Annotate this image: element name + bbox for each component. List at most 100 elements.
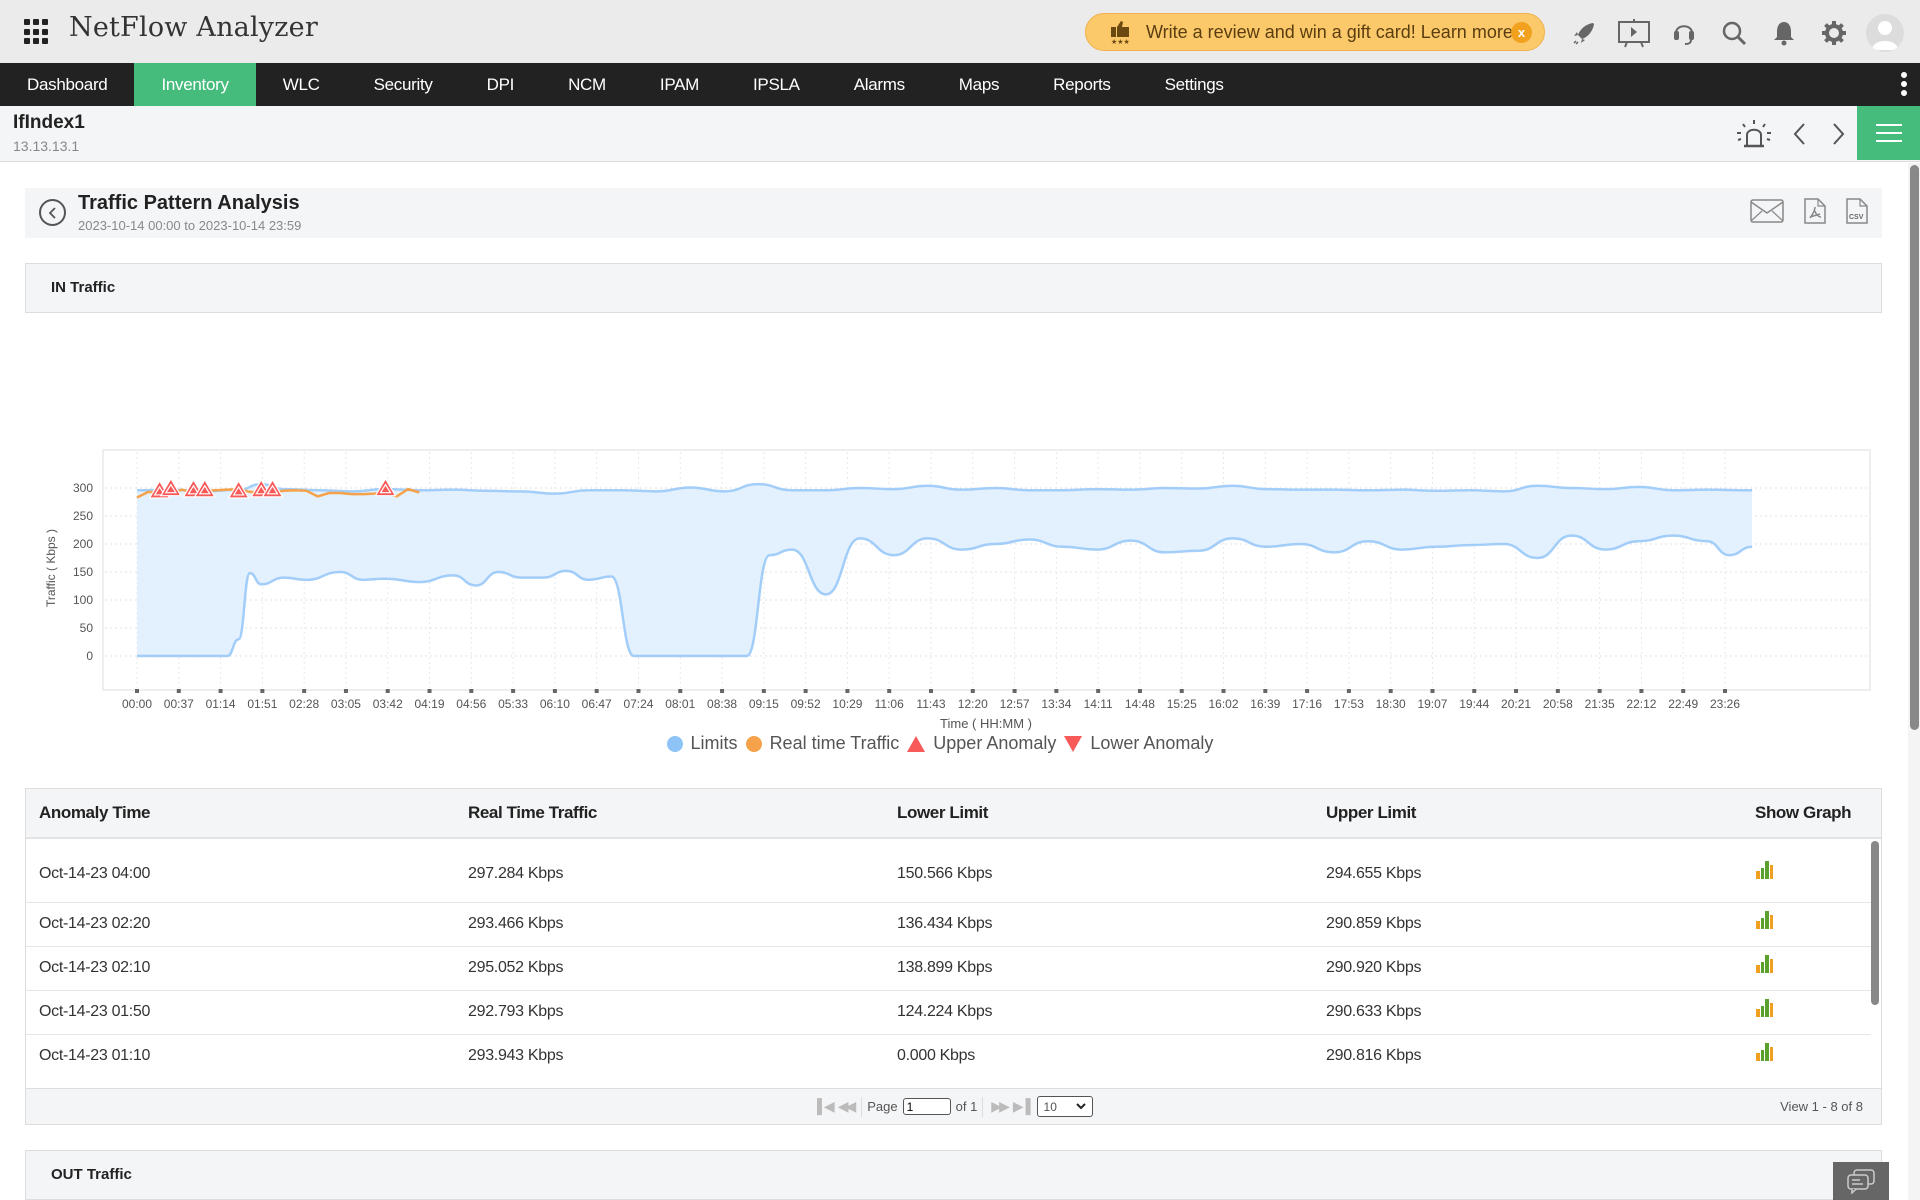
x-tick-mark <box>1096 689 1101 693</box>
first-page-icon[interactable]: ▌◀ <box>817 1098 835 1115</box>
email-icon[interactable] <box>1750 199 1784 228</box>
y-axis-label: Traffic ( Kbps ) <box>44 529 58 607</box>
header-lower-limit[interactable]: Lower Limit <box>897 803 988 823</box>
nav-item-inventory[interactable]: Inventory <box>134 63 256 106</box>
header-anomaly-time[interactable]: Anomaly Time <box>39 803 150 823</box>
nav-item-wlc[interactable]: WLC <box>256 63 347 106</box>
in-traffic-title: IN Traffic <box>51 279 116 296</box>
apps-grid-icon[interactable] <box>24 19 50 45</box>
nav-item-ipsla[interactable]: IPSLA <box>726 63 827 106</box>
legend-item-limits[interactable]: Limits <box>666 733 738 754</box>
nav-item-ncm[interactable]: NCM <box>541 63 633 106</box>
cell-real-time-traffic: 297.284 Kbps <box>468 865 564 882</box>
bell-icon[interactable] <box>1766 15 1802 51</box>
next-page-icon[interactable]: ▶▶ <box>991 1098 1009 1115</box>
x-tick-label: 05:33 <box>498 697 528 711</box>
x-tick-label: 02:28 <box>289 697 319 711</box>
table-row: Oct-14-23 01:10 293.943 Kbps 0.000 Kbps … <box>26 1035 1871 1073</box>
x-tick-label: 00:00 <box>122 697 152 711</box>
legend-realtime-marker <box>745 735 762 752</box>
pdf-export-icon[interactable] <box>1804 198 1826 229</box>
nav-item-settings[interactable]: Settings <box>1138 63 1251 106</box>
top-bar: NetFlow Analyzer ★★★ Write a review and … <box>0 0 1920 63</box>
x-tick-label: 18:30 <box>1376 697 1406 711</box>
side-menu-button[interactable] <box>1857 106 1920 160</box>
legend-item-realtime[interactable]: Real time Traffic <box>745 733 900 754</box>
header-real-time-traffic[interactable]: Real Time Traffic <box>468 803 597 823</box>
presentation-icon[interactable] <box>1616 15 1652 51</box>
report-title: Traffic Pattern Analysis <box>78 192 300 214</box>
x-tick-label: 00:37 <box>164 697 194 711</box>
x-tick-label: 19:44 <box>1459 697 1489 711</box>
nav-item-alarms[interactable]: Alarms <box>827 63 932 106</box>
x-tick-mark <box>385 689 390 693</box>
show-graph-icon[interactable] <box>1756 999 1774 1017</box>
legend-item-upper-anomaly[interactable]: Upper Anomaly <box>907 733 1056 754</box>
legend-realtime-label: Real time Traffic <box>769 733 900 753</box>
page-scrollbar-thumb[interactable] <box>1910 165 1919 730</box>
x-tick-label: 17:53 <box>1334 697 1364 711</box>
page-total: of 1 <box>955 1099 978 1114</box>
search-icon[interactable] <box>1716 15 1752 51</box>
lower-anomaly-triangle-icon <box>1064 735 1083 752</box>
x-axis-label: Time ( HH:MM ) <box>940 716 1032 731</box>
x-tick-label: 12:57 <box>1000 697 1030 711</box>
x-tick-mark <box>594 689 599 693</box>
user-avatar[interactable] <box>1866 14 1904 52</box>
legend-item-lower-anomaly[interactable]: Lower Anomaly <box>1064 733 1213 754</box>
show-graph-icon[interactable] <box>1756 911 1774 929</box>
x-tick-mark <box>511 689 516 693</box>
x-tick-label: 21:35 <box>1585 697 1615 711</box>
x-tick-mark <box>1305 689 1310 693</box>
upper-anomaly-triangle-icon <box>907 735 926 752</box>
x-tick-label: 22:49 <box>1668 697 1698 711</box>
page-size-select[interactable]: 10 <box>1036 1096 1093 1117</box>
review-promo-banner[interactable]: ★★★ Write a review and win a gift card! … <box>1085 13 1545 51</box>
report-header: Traffic Pattern Analysis 2023-10-14 00:0… <box>25 188 1882 238</box>
show-graph-icon[interactable] <box>1756 861 1774 879</box>
support-headset-icon[interactable] <box>1666 15 1702 51</box>
page-number-input[interactable] <box>902 1098 951 1115</box>
x-tick-label: 09:15 <box>749 697 779 711</box>
nav-item-dashboard[interactable]: Dashboard <box>0 63 134 106</box>
x-tick-label: 01:14 <box>206 697 236 711</box>
cell-lower-limit: 136.434 Kbps <box>897 915 993 932</box>
promo-text[interactable]: Write a review and win a gift card! Lear… <box>1146 22 1513 43</box>
table-scrollbar[interactable] <box>1871 841 1879 1005</box>
nav-item-dpi[interactable]: DPI <box>460 63 541 106</box>
last-page-icon[interactable]: ▶▐ <box>1013 1098 1031 1115</box>
previous-page-icon[interactable]: ◀◀ <box>838 1098 856 1115</box>
y-tick-label: 0 <box>86 649 93 663</box>
nav-item-security[interactable]: Security <box>347 63 460 106</box>
nav-item-ipam[interactable]: IPAM <box>633 63 726 106</box>
x-tick-label: 06:47 <box>582 697 612 711</box>
csv-export-icon[interactable]: CSV <box>1846 198 1868 229</box>
cell-anomaly-time: Oct-14-23 04:00 <box>39 865 151 882</box>
show-graph-icon[interactable] <box>1756 955 1774 973</box>
chat-button[interactable] <box>1833 1162 1889 1200</box>
gear-icon[interactable] <box>1816 15 1852 51</box>
out-traffic-section-header: OUT Traffic <box>25 1150 1882 1200</box>
svg-text:CSV: CSV <box>1849 214 1864 221</box>
x-tick-mark <box>1555 689 1560 693</box>
promo-close-button[interactable]: x <box>1511 22 1532 43</box>
legend-limits-marker <box>666 735 683 752</box>
x-tick-mark <box>1179 689 1184 693</box>
previous-device-icon[interactable] <box>1788 120 1812 148</box>
x-tick-label: 14:11 <box>1084 697 1113 711</box>
x-tick-mark <box>1054 689 1059 693</box>
more-options-icon[interactable] <box>1900 72 1908 99</box>
next-device-icon[interactable] <box>1826 120 1850 148</box>
nav-item-maps[interactable]: Maps <box>932 63 1026 106</box>
header-show-graph: Show Graph <box>1755 803 1852 822</box>
header-upper-limit[interactable]: Upper Limit <box>1326 803 1416 823</box>
x-tick-label: 15:25 <box>1167 697 1197 711</box>
cell-upper-limit: 290.816 Kbps <box>1326 1047 1422 1064</box>
device-header: IfIndex1 13.13.13.1 <box>0 106 1920 162</box>
nav-item-reports[interactable]: Reports <box>1026 63 1137 106</box>
back-button[interactable] <box>39 199 66 226</box>
show-graph-icon[interactable] <box>1756 1043 1774 1061</box>
rocket-icon[interactable] <box>1566 15 1602 51</box>
y-axis: 0 50 100 150 200 250 300 <box>73 481 93 663</box>
alarm-light-icon[interactable] <box>1734 118 1774 150</box>
